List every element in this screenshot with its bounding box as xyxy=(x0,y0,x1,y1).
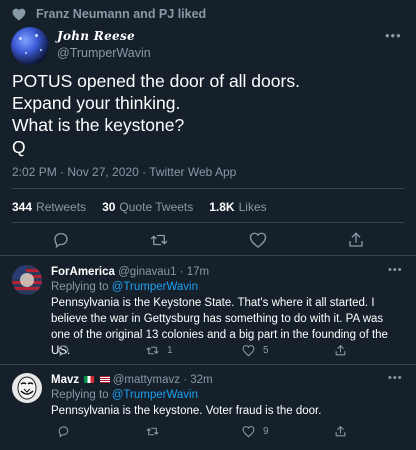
like-icon[interactable] xyxy=(249,231,267,249)
tweet-text: POTUS opened the door of all doors. Expa… xyxy=(12,70,300,158)
quotes-count: 30 xyxy=(102,200,116,214)
replying-to: Replying to @TrumperWavin xyxy=(51,281,198,293)
more-icon[interactable]: ••• xyxy=(388,372,403,384)
like-icon xyxy=(242,345,255,357)
reply-text: Pennsylvania is the Keystone State. That… xyxy=(51,297,388,357)
social-context-label: Franz Neumann and PJ liked xyxy=(36,7,207,21)
flag-italy-icon xyxy=(84,376,95,384)
share-icon xyxy=(335,345,346,356)
tweet-text-line: Expand your thinking. xyxy=(12,93,181,113)
share-icon[interactable] xyxy=(347,231,365,249)
reply-handle-time[interactable]: @ginavau1 · 17m xyxy=(118,266,209,278)
divider xyxy=(12,222,404,223)
reply-handle-time[interactable]: @mattymavz · 32m xyxy=(113,374,213,386)
retweets-count: 344 xyxy=(12,200,33,214)
reply-reply-action[interactable] xyxy=(57,425,70,438)
retweet-icon xyxy=(146,427,159,436)
like-icon xyxy=(242,426,255,438)
tweet-stats: 344 Retweets 30 Quote Tweets 1.8K Likes xyxy=(12,200,283,214)
divider xyxy=(0,364,416,365)
reply-share-action[interactable] xyxy=(334,344,347,357)
reply-share-action[interactable] xyxy=(334,425,347,438)
retweets-label: Retweets xyxy=(36,200,87,214)
tweet-text-line: Q xyxy=(12,137,26,157)
social-context[interactable]: Franz Neumann and PJ liked xyxy=(12,6,206,22)
share-icon xyxy=(335,426,346,437)
divider xyxy=(12,188,404,189)
reply-icon[interactable] xyxy=(52,231,70,249)
more-icon[interactable]: ••• xyxy=(388,264,403,276)
reply-header: ForAmerica @ginavau1 · 17m xyxy=(51,266,209,278)
reply-icon xyxy=(58,345,69,357)
replying-to-handle[interactable]: @TrumperWavin xyxy=(112,281,198,293)
retweet-icon xyxy=(146,346,159,355)
quotes-label: Quote Tweets xyxy=(119,200,194,214)
reply-like-action[interactable]: 9 xyxy=(242,425,269,438)
reply-retweet-action[interactable] xyxy=(146,425,167,438)
author-handle[interactable]: @TrumperWavin xyxy=(57,46,151,60)
retweets-stat[interactable]: 344 Retweets xyxy=(12,200,86,214)
replying-to-label: Replying to xyxy=(51,389,109,401)
replying-to-label: Replying to xyxy=(51,281,109,293)
like-count: 5 xyxy=(263,345,269,356)
likes-stat[interactable]: 1.8K Likes xyxy=(209,200,266,214)
reply-reply-action[interactable] xyxy=(57,344,70,357)
tweet-text-line: POTUS opened the door of all doors. xyxy=(12,71,300,91)
reply-header: Mavz @mattymavz · 32m xyxy=(51,374,213,386)
heart-icon xyxy=(12,8,26,21)
flag-usa-icon xyxy=(99,376,110,384)
more-icon[interactable]: ••• xyxy=(385,28,402,43)
reply-retweet-action[interactable]: 1 xyxy=(146,344,173,357)
retweet-count: 1 xyxy=(167,345,173,356)
author-name[interactable]: John Reese xyxy=(57,29,135,43)
quotes-stat[interactable]: 30 Quote Tweets xyxy=(102,200,193,214)
likes-count: 1.8K xyxy=(209,200,235,214)
reply-author-name[interactable]: ForAmerica xyxy=(51,266,115,278)
author-avatar[interactable] xyxy=(11,27,49,65)
tweet-timestamp[interactable]: 2:02 PM · Nov 27, 2020 · Twitter Web App xyxy=(12,165,236,179)
reply-avatar[interactable] xyxy=(12,373,42,403)
likes-label: Likes xyxy=(238,200,267,214)
replying-to: Replying to @TrumperWavin xyxy=(51,389,198,401)
reply-text: Pennsylvania is the keystone. Voter frau… xyxy=(51,405,322,417)
reply-avatar[interactable] xyxy=(12,265,42,295)
like-count: 9 xyxy=(263,426,269,437)
reply-like-action[interactable]: 5 xyxy=(242,344,269,357)
retweet-icon[interactable] xyxy=(150,231,168,249)
replying-to-handle[interactable]: @TrumperWavin xyxy=(112,389,198,401)
tweet-action-bar xyxy=(0,231,416,251)
divider xyxy=(0,255,416,256)
tweet-text-line: What is the keystone? xyxy=(12,115,185,135)
reply-icon xyxy=(58,426,69,438)
reply-author-name[interactable]: Mavz xyxy=(51,374,79,386)
